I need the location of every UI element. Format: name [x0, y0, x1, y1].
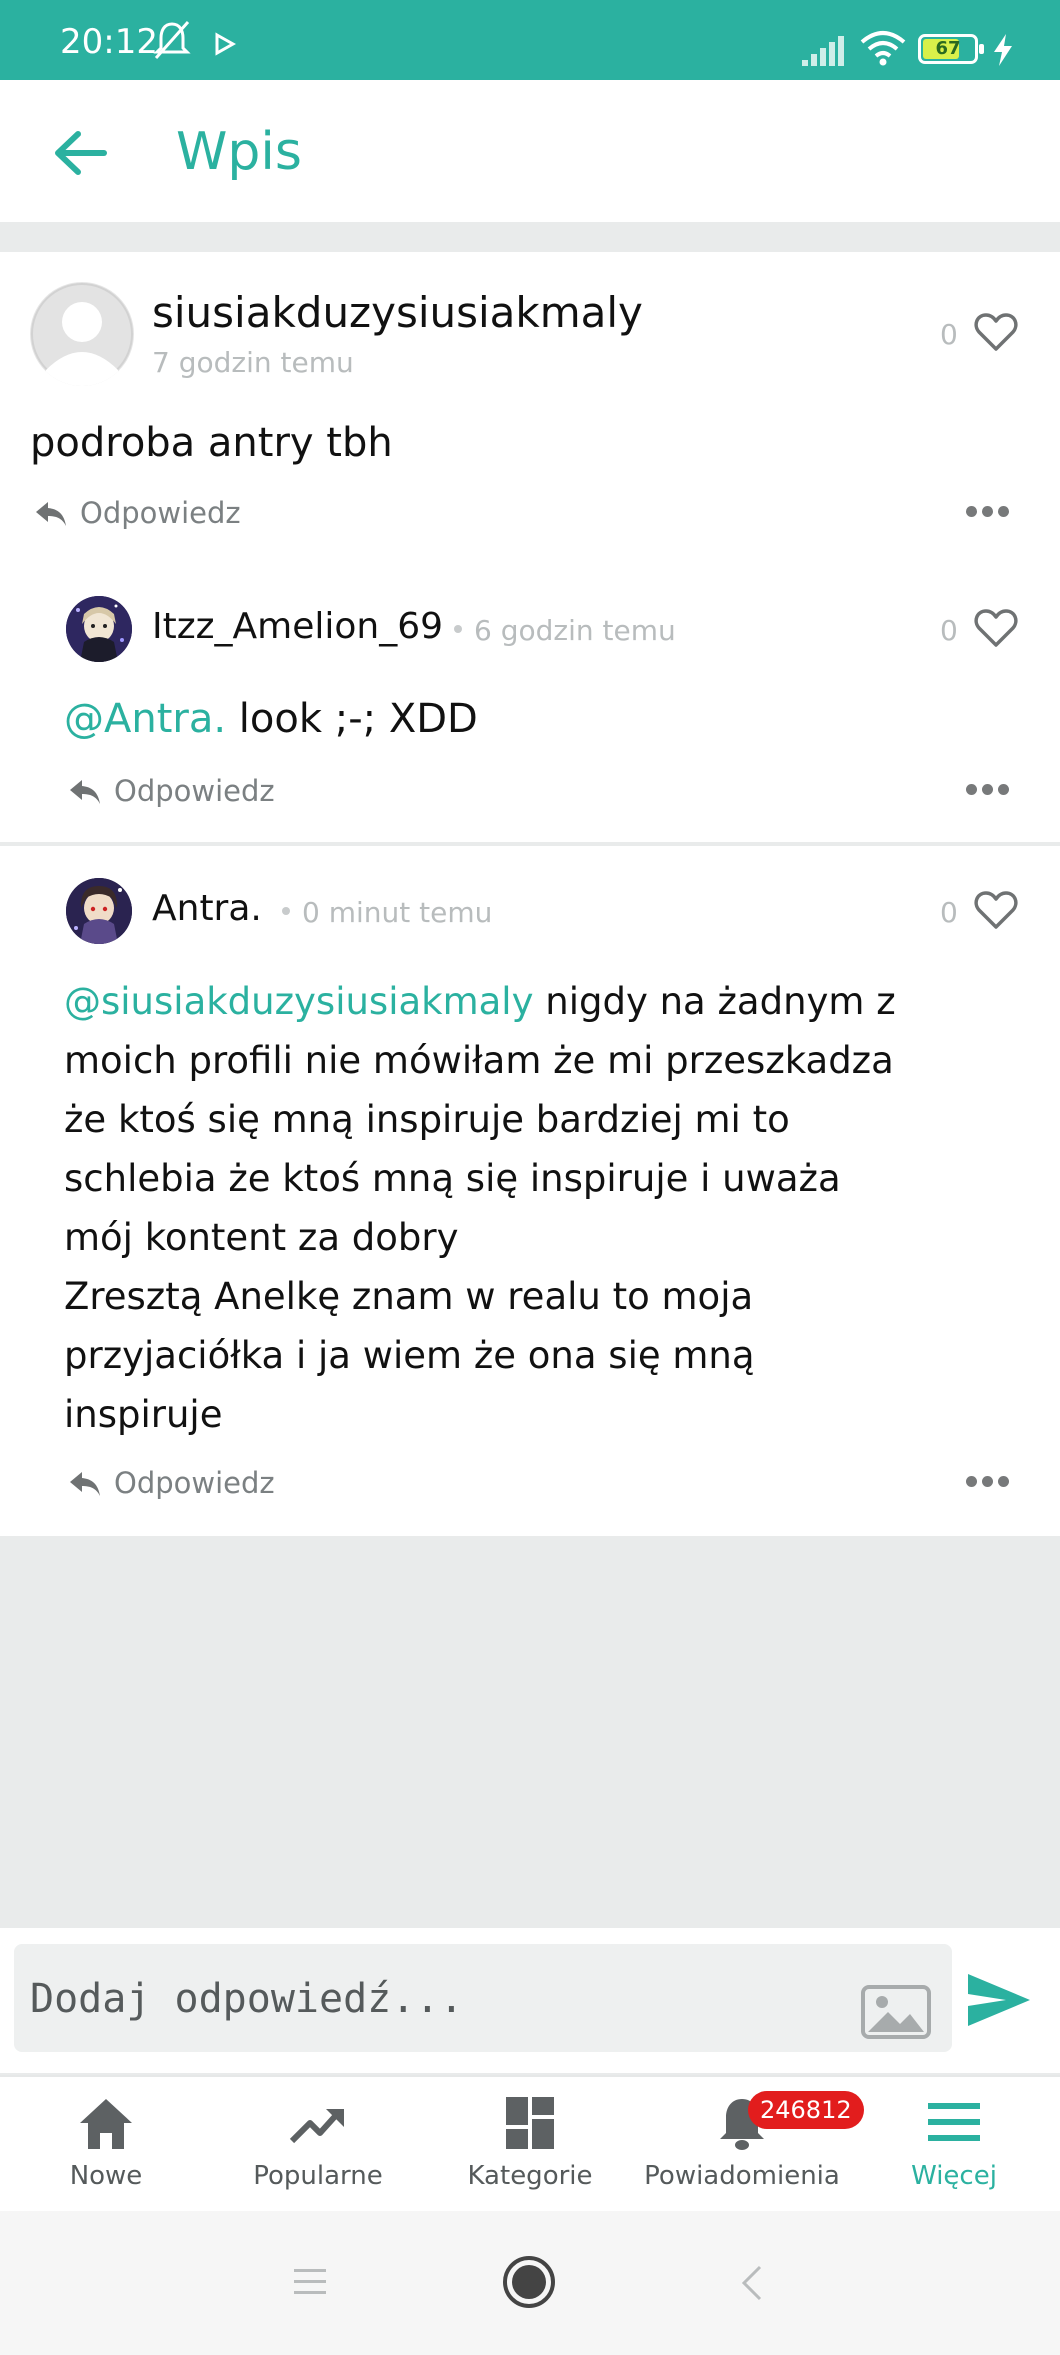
menu-icon: [928, 2103, 980, 2141]
more-options-icon[interactable]: [966, 784, 1010, 796]
post-card: siusiakduzysiusiakmaly 7 godzin temu 0 p…: [0, 252, 1060, 842]
mention-link[interactable]: @siusiakduzysiusiakmaly: [64, 980, 533, 1023]
back-arrow-icon[interactable]: [52, 128, 112, 178]
reply-input-placeholder: Dodaj odpowiedź...: [30, 1976, 464, 2022]
charging-icon: [994, 34, 1012, 66]
comment-line: schlebia że ktoś mną się inspiruje i uwa…: [64, 1157, 841, 1200]
comment-text: @Antra. look ;-; XDD: [64, 696, 478, 742]
reply-composer: Dodaj odpowiedź...: [0, 1928, 1060, 2073]
like-count: 0: [940, 896, 958, 929]
heart-icon[interactable]: [974, 312, 1018, 352]
user-avatar-icon: [66, 596, 132, 662]
mention-link[interactable]: @Antra.: [64, 696, 226, 742]
notifications-off-icon: [153, 21, 191, 59]
signal-icon: [802, 36, 844, 66]
status-time: 20:12: [60, 22, 158, 62]
comment-line: Zresztą Anelkę znam w realu to moja: [64, 1275, 754, 1318]
page-title: Wpis: [176, 122, 302, 182]
avatar[interactable]: [66, 596, 132, 662]
nav-item-popularne[interactable]: Popularne: [212, 2077, 424, 2213]
back-nav-icon[interactable]: [740, 2265, 764, 2301]
nav-item-powiadomienia[interactable]: 246812 Powiadomienia: [636, 2077, 864, 2213]
comment-time: 6 godzin temu: [442, 614, 676, 647]
reply-input[interactable]: Dodaj odpowiedź...: [14, 1944, 952, 2052]
nav-item-kategorie[interactable]: Kategorie: [424, 2077, 636, 2213]
status-bar: 20:12 67: [0, 0, 1060, 80]
comment-line: przyjaciółka i ja wiem że ona się mną: [64, 1334, 755, 1377]
battery-icon: 67: [918, 34, 984, 64]
comment-author[interactable]: Itzz_Amelion_69: [152, 606, 443, 647]
dashboard-icon: [506, 2097, 554, 2149]
user-avatar-icon: [66, 878, 132, 944]
like-count: 0: [940, 318, 958, 351]
avatar[interactable]: [30, 282, 134, 386]
recents-icon[interactable]: [292, 2267, 328, 2297]
comment-card: Antra. 0 minut temu 0 @siusiakduzysiusia…: [0, 846, 1060, 1536]
comment-time: 0 minut temu: [270, 896, 492, 929]
comment-line: moich profili nie mówiłam że mi przeszka…: [64, 1039, 894, 1082]
reply-button[interactable]: Odpowiedz: [80, 496, 241, 530]
reply-icon[interactable]: [34, 500, 68, 528]
reply-button[interactable]: Odpowiedz: [114, 1466, 275, 1500]
post-text: podroba antry tbh: [30, 420, 393, 466]
play-icon: [215, 32, 236, 56]
like-count: 0: [940, 614, 958, 647]
bottom-navigation: Nowe Popularne Kategorie 246812 Powiadom…: [0, 2075, 1060, 2211]
wifi-icon: [860, 31, 906, 66]
more-options-icon[interactable]: [966, 1476, 1010, 1488]
comment-line: @siusiakduzysiusiakmaly nigdy na żadnym …: [64, 980, 896, 1023]
image-icon[interactable]: [860, 1984, 932, 2040]
send-icon[interactable]: [966, 1972, 1032, 2028]
default-avatar-icon: [31, 283, 133, 386]
heart-icon[interactable]: [974, 608, 1018, 648]
comment-text: @siusiakduzysiusiakmaly nigdy na żadnym …: [64, 972, 1024, 1444]
comment-line: inspiruje: [64, 1393, 223, 1436]
comment-author[interactable]: Antra.: [152, 888, 262, 929]
home-icon: [80, 2099, 132, 2149]
nav-item-nowe[interactable]: Nowe: [0, 2077, 212, 2213]
comment-line: mój kontent za dobry: [64, 1216, 459, 1259]
heart-icon[interactable]: [974, 890, 1018, 930]
comment-line: że ktoś się mną inspiruje bardziej mi to: [64, 1098, 790, 1141]
reply-icon[interactable]: [68, 778, 102, 806]
avatar[interactable]: [66, 878, 132, 944]
home-button-icon[interactable]: [502, 2255, 556, 2309]
nav-item-wiecej[interactable]: Więcej: [848, 2077, 1060, 2213]
top-app-bar: Wpis: [0, 80, 1060, 222]
system-navigation-bar: [0, 2211, 1060, 2355]
notification-badge: 246812: [748, 2091, 864, 2129]
post-time: 7 godzin temu: [152, 346, 354, 379]
reply-icon[interactable]: [68, 1470, 102, 1498]
trending-up-icon: [289, 2109, 344, 2144]
reply-button[interactable]: Odpowiedz: [114, 774, 275, 808]
post-author[interactable]: siusiakduzysiusiakmaly: [152, 288, 643, 337]
more-options-icon[interactable]: [966, 506, 1010, 518]
